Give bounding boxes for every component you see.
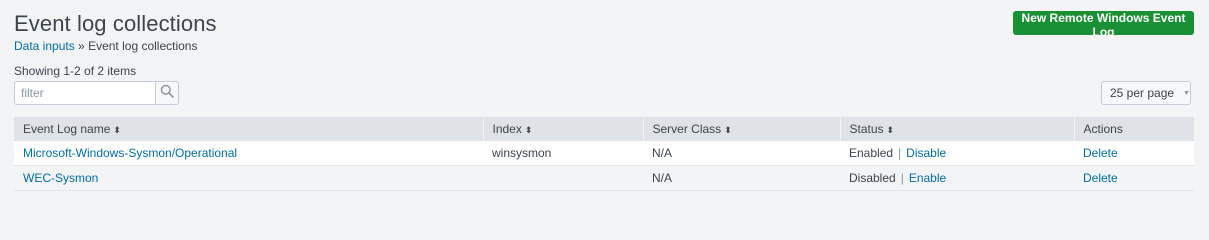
server-class-cell: N/A [643,141,840,166]
breadcrumb-link-data-inputs[interactable]: Data inputs [14,39,75,53]
status-separator: | [900,171,904,185]
column-header-actions: Actions [1073,117,1194,141]
column-header-event-log-name[interactable]: Event Log name ⬍ [14,117,483,141]
caret-down-icon: ▼ [1183,89,1190,97]
enable-link[interactable]: Enable [909,171,946,185]
event-log-name-link[interactable]: Microsoft-Windows-Sysmon/Operational [23,146,237,160]
status-cell: Enabled | Disable [840,141,1074,166]
delete-link[interactable]: Delete [1083,171,1118,185]
delete-link[interactable]: Delete [1083,146,1118,160]
item-count: Showing 1-2 of 2 items [14,64,137,78]
breadcrumb-current: Event log collections [88,39,198,53]
per-page-dropdown[interactable]: 25 per page ▼ [1101,81,1191,105]
search-icon [160,84,174,103]
page-title: Event log collections [14,11,217,36]
per-page-label: 25 per page [1110,86,1175,100]
breadcrumb: Data inputs » Event log collections [14,39,197,53]
event-log-table: Event Log name ⬍ Index ⬍ Server Class ⬍ Sta… [14,117,1194,191]
table-row: WEC-Sysmon N/A Disabled | Enable Delete [14,165,1194,191]
status-text: Disabled [849,171,896,185]
disable-link[interactable]: Disable [906,146,946,160]
sort-icon: ⬍ [724,125,732,135]
sort-icon: ⬍ [524,125,533,135]
status-separator: | [898,146,902,160]
new-remote-windows-event-log-button[interactable]: New Remote Windows Event Log [1013,11,1194,39]
column-header-status[interactable]: Status ⬍ [839,117,1074,141]
status-text: Enabled [849,146,894,160]
breadcrumb-separator: » [78,39,85,53]
index-cell: winsysmon [483,141,643,166]
table-row: Microsoft-Windows-Sysmon/Operational win… [14,141,1194,166]
event-log-name-link[interactable]: WEC-Sysmon [23,171,98,185]
sort-icon: ⬍ [886,125,895,135]
index-cell [483,165,643,191]
column-header-index[interactable]: Index ⬍ [482,117,643,141]
server-class-cell: N/A [643,165,840,191]
filter-input[interactable] [14,81,155,105]
status-cell: Disabled | Enable [840,165,1074,191]
filter-group [14,81,179,105]
sort-icon: ⬍ [113,125,121,135]
column-header-server-class[interactable]: Server Class ⬍ [642,117,840,141]
table-header-row: Event Log name ⬍ Index ⬍ Server Class ⬍ Sta… [14,117,1194,141]
search-button[interactable] [155,81,179,105]
